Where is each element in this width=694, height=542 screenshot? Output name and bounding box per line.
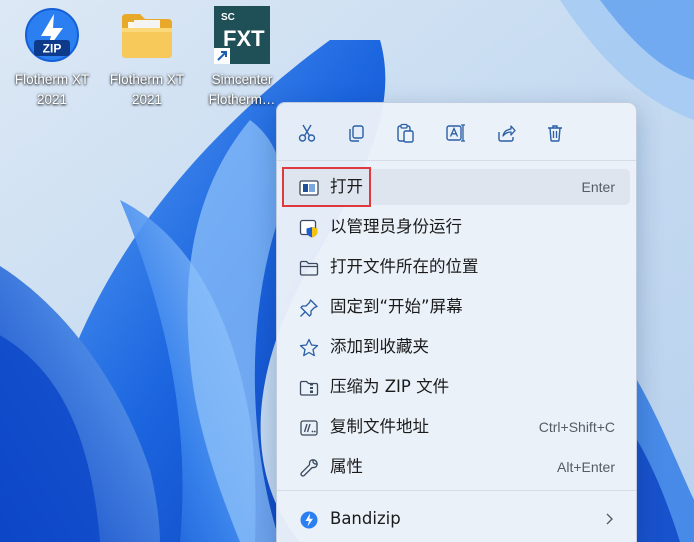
admin-shield-icon xyxy=(298,217,319,238)
menu-item-shortcut: Alt+Enter xyxy=(557,459,615,475)
pin-icon xyxy=(298,297,319,318)
trash-icon xyxy=(548,125,562,142)
rename-icon xyxy=(446,124,465,142)
rename-button[interactable] xyxy=(443,120,469,146)
menu-separator xyxy=(277,490,636,491)
menu-item-label: 打开文件所在的位置 xyxy=(330,257,479,276)
chevron-right-icon xyxy=(606,513,613,525)
star-icon xyxy=(298,337,319,358)
desktop-icon-label: 2021 xyxy=(36,92,68,107)
desktop-icon-flotherm-folder[interactable]: Flotherm XT 2021 xyxy=(99,6,195,110)
menu-item-bandizip[interactable]: Bandizip xyxy=(283,501,630,537)
folder-icon xyxy=(118,6,176,64)
desktop-icon-label: Simcenter xyxy=(211,72,273,87)
annotation-highlight-box xyxy=(282,167,371,207)
menu-item-run-as-admin[interactable]: 以管理员身份运行 xyxy=(283,209,630,245)
paste-button[interactable] xyxy=(392,120,418,146)
copy-path-icon xyxy=(298,417,319,438)
desktop-icon-label: Flotherm XT xyxy=(109,72,185,87)
context-menu-toolbar xyxy=(277,103,636,161)
fxt-badge-top: SC xyxy=(221,12,235,23)
menu-item-properties[interactable]: 属性 Alt+Enter xyxy=(283,449,630,485)
folder-outline-icon xyxy=(298,257,319,278)
share-button[interactable] xyxy=(493,120,519,146)
zip-archive-icon: ZIP xyxy=(23,6,81,64)
copy-button[interactable] xyxy=(343,120,369,146)
wrench-icon xyxy=(298,457,319,478)
desktop-icon-label: 2021 xyxy=(131,92,163,107)
desktop-icon-label: Flotherm… xyxy=(208,92,276,107)
menu-item-label: 属性 xyxy=(330,457,363,476)
menu-item-copy-path[interactable]: 复制文件地址 Ctrl+Shift+C xyxy=(283,409,630,445)
zip-folder-icon xyxy=(298,377,319,398)
menu-item-label: 固定到“开始”屏幕 xyxy=(330,297,463,316)
zip-badge-text: ZIP xyxy=(43,42,62,56)
scissors-icon xyxy=(298,124,316,142)
desktop-icon-label: Flotherm XT xyxy=(14,72,90,87)
desktop-icon-flotherm-zip[interactable]: ZIP Flotherm XT 2021 xyxy=(4,6,100,110)
menu-item-label: 压缩为 ZIP 文件 xyxy=(330,377,450,396)
menu-item-open-file-location[interactable]: 打开文件所在的位置 xyxy=(283,249,630,285)
menu-item-add-to-favorites[interactable]: 添加到收藏夹 xyxy=(283,329,630,365)
menu-item-label: Bandizip xyxy=(330,509,401,528)
cut-button[interactable] xyxy=(294,120,320,146)
menu-item-label: 复制文件地址 xyxy=(330,417,429,436)
menu-item-shortcut: Ctrl+Shift+C xyxy=(538,419,615,435)
menu-item-label: 添加到收藏夹 xyxy=(330,337,429,356)
bandizip-icon xyxy=(298,509,319,530)
simcenter-fxt-icon: SC FXT xyxy=(213,6,271,64)
paste-icon xyxy=(397,123,414,143)
menu-item-pin-to-start[interactable]: 固定到“开始”屏幕 xyxy=(283,289,630,325)
delete-button[interactable] xyxy=(542,120,568,146)
share-icon xyxy=(498,125,516,142)
desktop-icon-simcenter-flotherm[interactable]: SC FXT Simcenter Flotherm… xyxy=(194,6,290,110)
copy-icon xyxy=(349,125,364,142)
menu-item-label: 以管理员身份运行 xyxy=(330,217,462,236)
menu-item-compress-zip[interactable]: 压缩为 ZIP 文件 xyxy=(283,369,630,405)
menu-item-shortcut: Enter xyxy=(581,179,615,195)
fxt-badge-main: FXT xyxy=(223,26,265,51)
